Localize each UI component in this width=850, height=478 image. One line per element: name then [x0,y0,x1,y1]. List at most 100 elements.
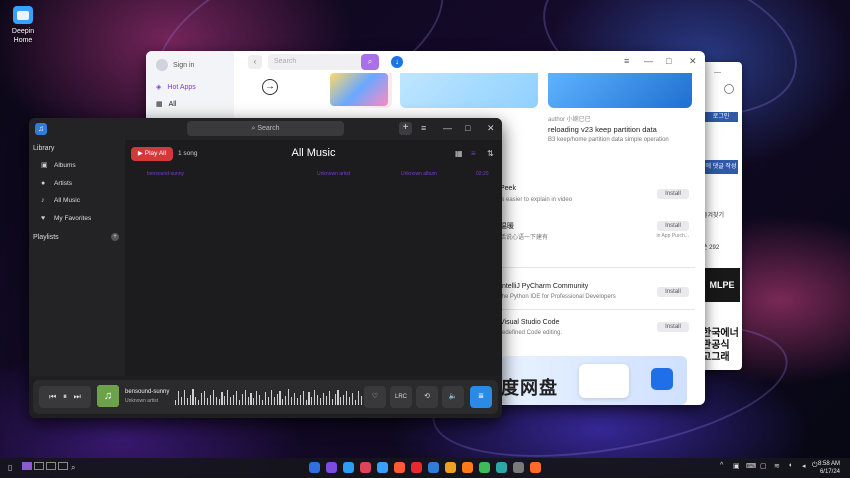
dock-app-icon[interactable] [377,462,388,473]
promo-banner[interactable]: 度网盘 [501,356,687,405]
waveform-bar [183,389,185,405]
nav-all[interactable]: ▦ All [156,100,176,109]
article-title[interactable]: reloading v23 keep partition data [548,125,657,134]
repeat-icon[interactable]: ⟲ [416,386,438,408]
keyboard-icon[interactable]: ⌨ [746,462,756,470]
search-button[interactable]: ⌕ [361,54,379,70]
waveform-bar [314,389,316,405]
banner-card-2[interactable] [400,73,538,108]
headline-line1[interactable]: 한국에너 [702,328,739,339]
maximize-icon[interactable]: □ [465,123,470,133]
album-cover[interactable]: ♫ [97,385,119,407]
headline-line3[interactable]: 고그래 [702,352,730,363]
dock-app-icon[interactable] [411,462,422,473]
pause-icon[interactable]: ⏸ [63,392,67,401]
playlist-queue-icon[interactable]: ≣ [470,386,492,408]
waveform-bar [349,396,351,405]
waveform-bar [218,399,220,405]
dock-app-icon[interactable] [360,462,371,473]
article-author: author 小婉已已 [548,117,591,123]
sign-in-link[interactable]: Sign in [156,59,194,71]
store-toolbar: ‹ Search ⌕ ↓ ≡ — □ ✕ [234,51,705,73]
volume-icon[interactable]: ◂ [802,462,806,470]
add-playlist-button[interactable]: + [111,233,119,241]
waveform-bar [279,391,281,405]
waveform-bar [317,394,319,405]
chevron-up-icon[interactable]: ^ [720,462,723,469]
music-search-input[interactable]: ⌕ Search [187,121,344,136]
account-icon[interactable] [724,84,734,94]
next-icon[interactable]: ⏭ [74,392,81,401]
close-icon[interactable]: ✕ [689,56,697,67]
install-button[interactable]: Install [657,287,689,297]
chat-icon[interactable]: ▣ [733,462,740,470]
menu-icon[interactable]: ≡ [624,56,629,66]
install-button[interactable]: Install [657,189,689,199]
previous-icon[interactable]: ⏮ [49,392,56,401]
wifi-icon[interactable]: ≋ [774,462,780,470]
dock-app-icon[interactable] [496,462,507,473]
minimize-icon[interactable]: — [443,123,452,133]
maximize-icon[interactable]: □ [666,56,671,66]
lyrics-button[interactable]: LRC [390,386,412,408]
waveform-progress[interactable] [175,386,365,408]
waveform-bar [175,399,177,405]
download-icon[interactable]: ↓ [391,56,403,68]
grid-view-icon[interactable]: ▦ [455,149,463,158]
sidebar-item-my-favorites[interactable]: ♥ My Favorites [41,215,91,222]
login-button[interactable]: 로그인 [704,112,738,122]
nav-hot-apps[interactable]: ◈ Hot Apps [156,83,196,92]
volume-icon[interactable]: 🔈 [442,386,464,408]
waveform-bar [322,393,325,405]
power-icon[interactable]: ⏻ [812,462,818,470]
waveform-bar [270,389,272,405]
dock-app-icon[interactable] [513,462,524,473]
close-icon[interactable]: ✕ [487,123,495,134]
microphone-icon[interactable]: ◖ [788,462,792,469]
comment-button[interactable]: 에 댓글 작성 [704,160,738,174]
dock-app-icon[interactable] [530,462,541,473]
banner-card-1[interactable]: → [246,73,392,108]
song-album: Unknown album [401,171,437,177]
headline-line2[interactable]: 관공식 [702,340,730,351]
dock-app-icon[interactable] [445,462,456,473]
desktop-icon-deepin-home[interactable]: Deepin Home [8,6,38,45]
waveform-bar [267,396,269,405]
clock-date: 6/17/24 [819,469,840,475]
dock-app-icon[interactable] [462,462,473,473]
screen-icon[interactable]: ▢ [760,462,767,470]
in-app-purchase-note: in App Purch... [656,233,689,239]
banner-card-3[interactable] [548,73,692,108]
dock-app-icon[interactable] [326,462,337,473]
install-button[interactable]: Install [657,322,689,332]
minimize-icon[interactable]: — [714,69,721,76]
music-window[interactable]: ♫ ⌕ Search + ≡ — □ ✕ Library ▣ Albums ● Ar… [29,118,502,418]
mlpe-thumbnail[interactable]: MLPE [704,268,740,302]
table-row[interactable]: bensound-sunny Unknown artist Unknown al… [131,169,496,179]
list-view-icon[interactable]: ≡ [471,149,476,158]
dock-app-icon[interactable] [343,462,354,473]
sidebar-item-artists[interactable]: ● Artists [41,180,72,187]
add-button[interactable]: + [399,122,412,135]
workspace-thumbnails[interactable] [22,462,68,474]
song-title: bensound-sunny [147,171,184,177]
dock-app-icon[interactable] [479,462,490,473]
sidebar-item-albums[interactable]: ▣ Albums [41,162,76,169]
promo-title: 度网盘 [501,378,558,398]
search-icon[interactable]: ⌕ [71,462,75,474]
heart-icon[interactable]: ♡ [364,386,386,408]
background-browser-window[interactable]: — 로그인 에 댓글 작성 즐겨찾기 쓴 292 MLPE 한국에너 관공식 고… [700,62,742,370]
back-button[interactable]: ‹ [248,55,262,69]
sidebar-item-all-music[interactable]: ♪ All Music [41,197,80,204]
dock-app-icon[interactable] [394,462,405,473]
notification-center-icon[interactable]: ▯ [8,462,12,474]
install-button[interactable]: Install [657,221,689,231]
minimize-icon[interactable]: — [644,56,653,66]
dock-app-icon[interactable] [309,462,320,473]
waveform-bar [180,396,182,405]
dock-app-icon[interactable] [428,462,439,473]
menu-icon[interactable]: ≡ [421,123,426,133]
arrow-right-icon[interactable]: → [262,79,278,95]
sort-icon[interactable]: ⇅ [487,149,494,158]
clock[interactable]: 8:58 AM 6/17/24 [818,460,840,476]
